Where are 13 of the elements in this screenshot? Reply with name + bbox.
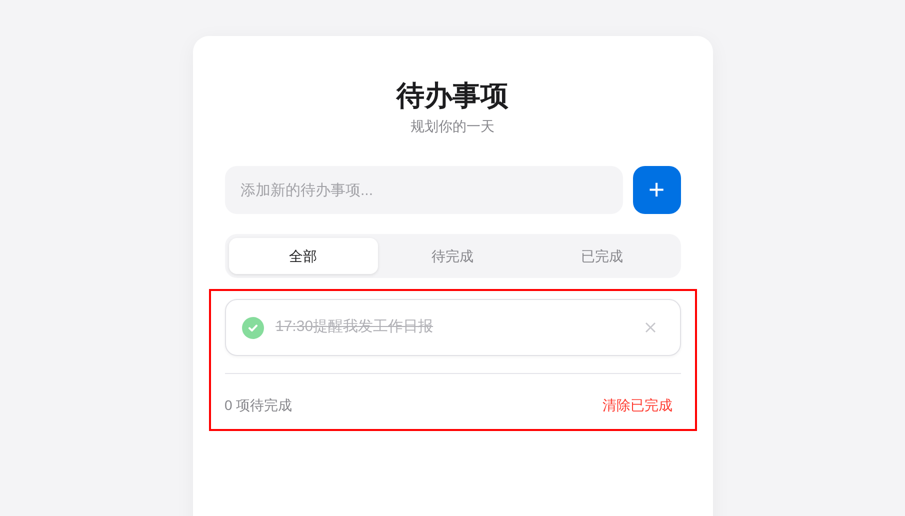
todo-text: 17:30提醒我发工作日报 [276,317,434,338]
add-button[interactable]: + [632,166,680,214]
page-subtitle: 规划你的一天 [410,117,494,136]
clear-completed-link[interactable]: 清除已完成 [602,395,672,415]
filter-tab[interactable]: 待完成 [378,238,528,274]
new-todo-field[interactable]: 添加新的待办事项... [224,166,622,214]
remaining-count: 0 项待完成 [224,396,292,415]
close-icon[interactable] [644,322,656,333]
page-title: 待办事项 [396,79,508,113]
filter-tab[interactable]: 已完成 [527,238,676,274]
check-icon[interactable] [242,316,264,338]
todo-item[interactable]: 17:30提醒我发工作日报 [224,299,680,356]
filter-tab[interactable]: 全部 [228,238,378,274]
